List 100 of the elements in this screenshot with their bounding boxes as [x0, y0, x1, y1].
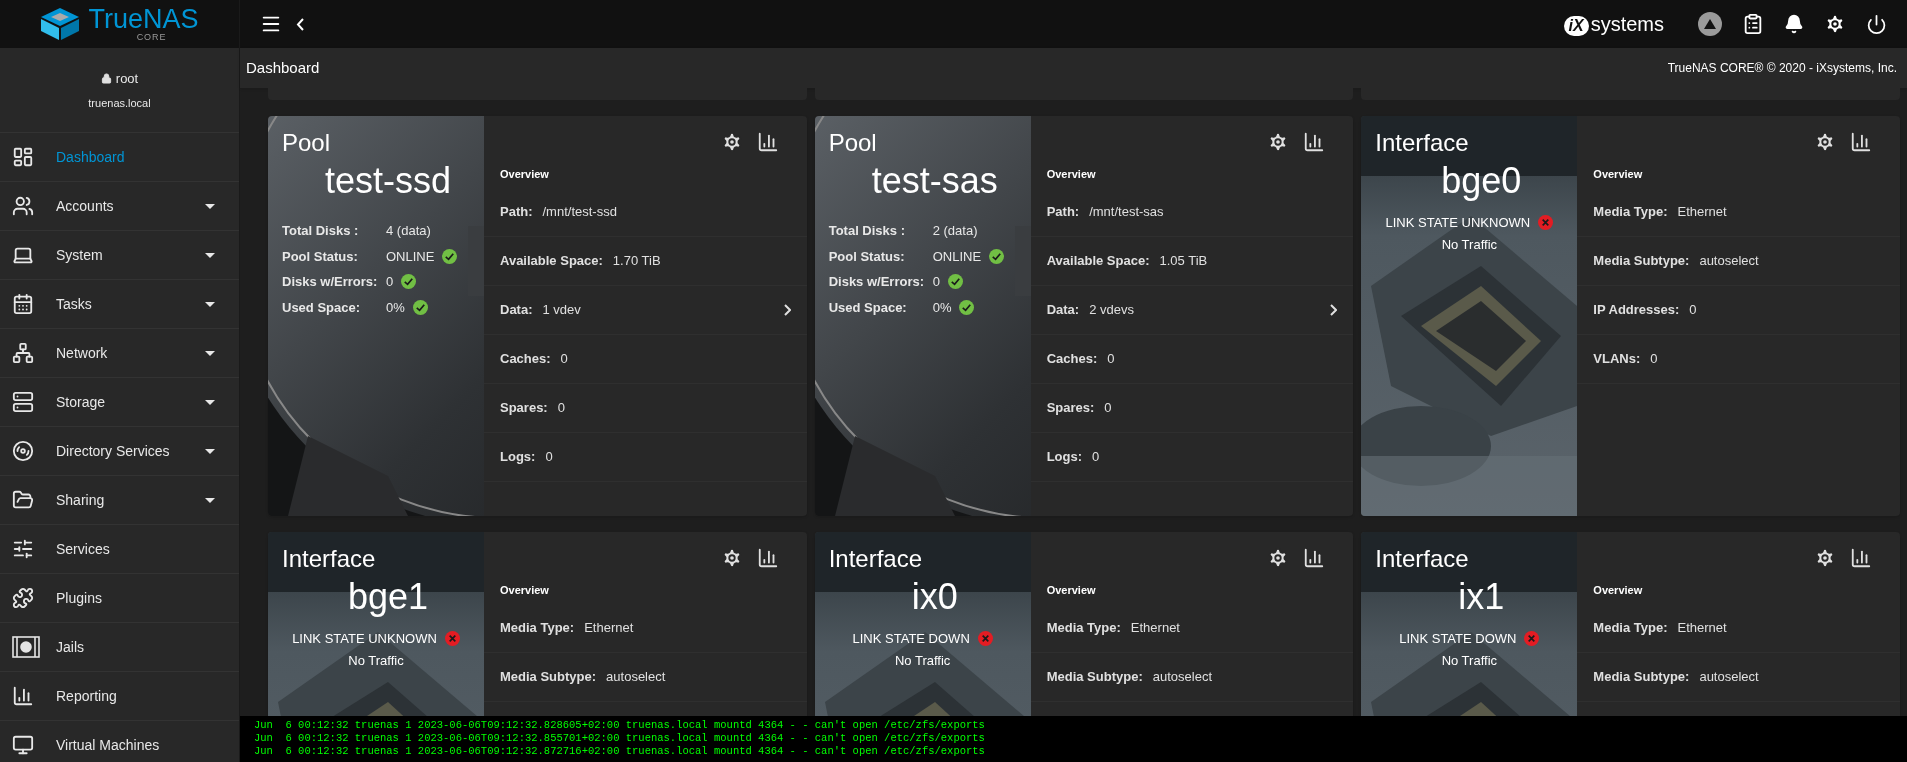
sidebar-item[interactable]: Network	[0, 329, 239, 378]
tasks-button[interactable]	[1742, 13, 1764, 35]
section-title: Overview	[499, 583, 550, 598]
sidebar-label: Storage	[56, 392, 106, 412]
settings-button[interactable]	[1814, 130, 1836, 154]
stat-value: 0%	[932, 298, 952, 317]
sidebar-item[interactable]: Accounts	[0, 182, 239, 231]
sidebar-item[interactable]: Dashboard	[0, 133, 239, 182]
detail-label: Logs:	[1046, 448, 1083, 467]
stat-label: Pool Status:	[828, 247, 906, 266]
chevron-icon	[1330, 304, 1338, 316]
detail-value: 0	[1107, 350, 1115, 369]
sidebar-item[interactable]: Sharing	[0, 476, 239, 525]
sliders-icon	[12, 538, 34, 560]
sidebar-label: Tasks	[56, 294, 92, 314]
detail-label: Path:	[500, 203, 533, 222]
detail-value: 0	[557, 399, 565, 418]
truecommand-button[interactable]	[1698, 12, 1722, 36]
card-title: Pool	[828, 128, 878, 158]
vendor-logo: iX systems	[1563, 9, 1664, 39]
caret-icon	[205, 252, 215, 258]
stat-label: Disks w/Errors:	[828, 273, 925, 291]
detail-label: Available Space:	[1046, 252, 1150, 271]
detail-label: Media Type:	[1593, 619, 1668, 638]
sidebar-item[interactable]: Virtual Machines	[0, 721, 239, 762]
sidebar-item[interactable]: Reporting	[0, 672, 239, 721]
sidebar-item[interactable]: Tasks	[0, 280, 239, 329]
detail-value: 0	[1650, 350, 1658, 369]
card-title: Interface	[1375, 544, 1470, 574]
detail-value: /mnt/test-ssd	[542, 203, 617, 222]
notifications-button[interactable]	[1784, 14, 1804, 34]
detail-label: Logs:	[500, 448, 536, 467]
section-title: Overview	[1045, 583, 1097, 598]
back-button[interactable]	[296, 17, 304, 31]
detail-label: Path:	[1046, 203, 1080, 222]
sidebar-item[interactable]: System	[0, 231, 239, 280]
storage-icon	[12, 391, 34, 413]
triangle-icon	[1704, 19, 1716, 29]
detail-label: Data:	[500, 301, 533, 320]
chart-button[interactable]	[1850, 546, 1872, 570]
card-title: Pool	[282, 128, 332, 158]
stat-value: 4 (data)	[386, 222, 431, 240]
detail-value: 0	[1092, 448, 1100, 467]
card-title: Interface	[282, 544, 377, 574]
settings-button[interactable]	[1814, 546, 1836, 570]
detail-value: Ethernet	[1677, 203, 1727, 222]
chart-button[interactable]	[756, 546, 779, 570]
detail-value: autoselect	[1152, 668, 1212, 687]
detail-label: Spares:	[500, 399, 548, 418]
detail-row[interactable]: Data: 1 vdev	[484, 286, 807, 335]
sidebar-item[interactable]: Jails	[0, 623, 239, 672]
link-state: LINK STATE DOWN	[852, 630, 970, 648]
detail-label: Media Subtype:	[1593, 668, 1690, 687]
chart-button[interactable]	[756, 130, 779, 154]
detail-value: /mnt/test-sas	[1089, 203, 1164, 222]
sidebar-item[interactable]: Storage	[0, 378, 239, 427]
settings-button[interactable]	[1824, 13, 1846, 35]
copyright-text: TrueNAS CORE® © 2020 - iXsystems, Inc.	[1667, 60, 1897, 77]
card-title: Interface	[828, 544, 924, 574]
detail-value: autoselect	[1699, 252, 1759, 271]
link-state: LINK STATE UNKNOWN	[1385, 214, 1531, 232]
dashboard-icon	[12, 146, 34, 168]
card-title: Interface	[1375, 128, 1470, 158]
chart-button[interactable]	[1850, 130, 1872, 154]
sidebar-label: Jails	[56, 637, 84, 657]
sidebar-label: Plugins	[56, 588, 102, 608]
detail-value: 0	[1104, 399, 1112, 418]
sidebar-item[interactable]: Plugins	[0, 574, 239, 623]
sidebar-item[interactable]: Services	[0, 525, 239, 574]
logo-icon	[40, 7, 81, 41]
detail-value: 1.05 TiB	[1159, 252, 1208, 271]
detail-label: Media Subtype:	[500, 668, 597, 687]
console-line: Jun 6 00:12:32 truenas 1 2023-06-06T09:12:32.828605+02:00 truenas.local mountd 4364 - - can't open /etc/zfs/exports	[254, 719, 986, 732]
sidebar-item[interactable]: Directory Services	[0, 427, 239, 476]
traffic-status: No Traffic	[894, 651, 951, 670]
caret-icon	[205, 497, 215, 503]
caret-icon	[205, 448, 215, 454]
folder-icon	[12, 489, 34, 511]
monitor-icon	[12, 734, 34, 756]
traffic-status: No Traffic	[1441, 235, 1497, 254]
section-title: Overview	[499, 167, 550, 182]
detail-value: 2 vdevs	[1089, 301, 1134, 320]
sidebar-label: Virtual Machines	[56, 735, 160, 755]
user-name: root	[115, 70, 139, 88]
detail-label: Caches:	[1046, 350, 1098, 369]
stat-label: Disks w/Errors:	[282, 273, 378, 291]
detail-label: Caches:	[500, 350, 551, 369]
detail-row[interactable]: Data: 2 vdevs	[1030, 286, 1354, 335]
caret-icon	[205, 350, 215, 356]
stat-value: ONLINE	[932, 247, 982, 266]
power-button[interactable]	[1866, 13, 1887, 35]
detail-label: Media Type:	[1046, 619, 1121, 638]
caret-icon	[205, 301, 215, 307]
detail-value: autoselect	[1699, 668, 1759, 687]
sidebar-label: Services	[56, 539, 110, 559]
card-name: bge1	[347, 575, 429, 619]
chart-button[interactable]	[1303, 546, 1326, 570]
chart-button[interactable]	[1303, 130, 1326, 154]
detail-value: 0	[1689, 301, 1697, 320]
sidebar-label: Directory Services	[56, 441, 170, 461]
